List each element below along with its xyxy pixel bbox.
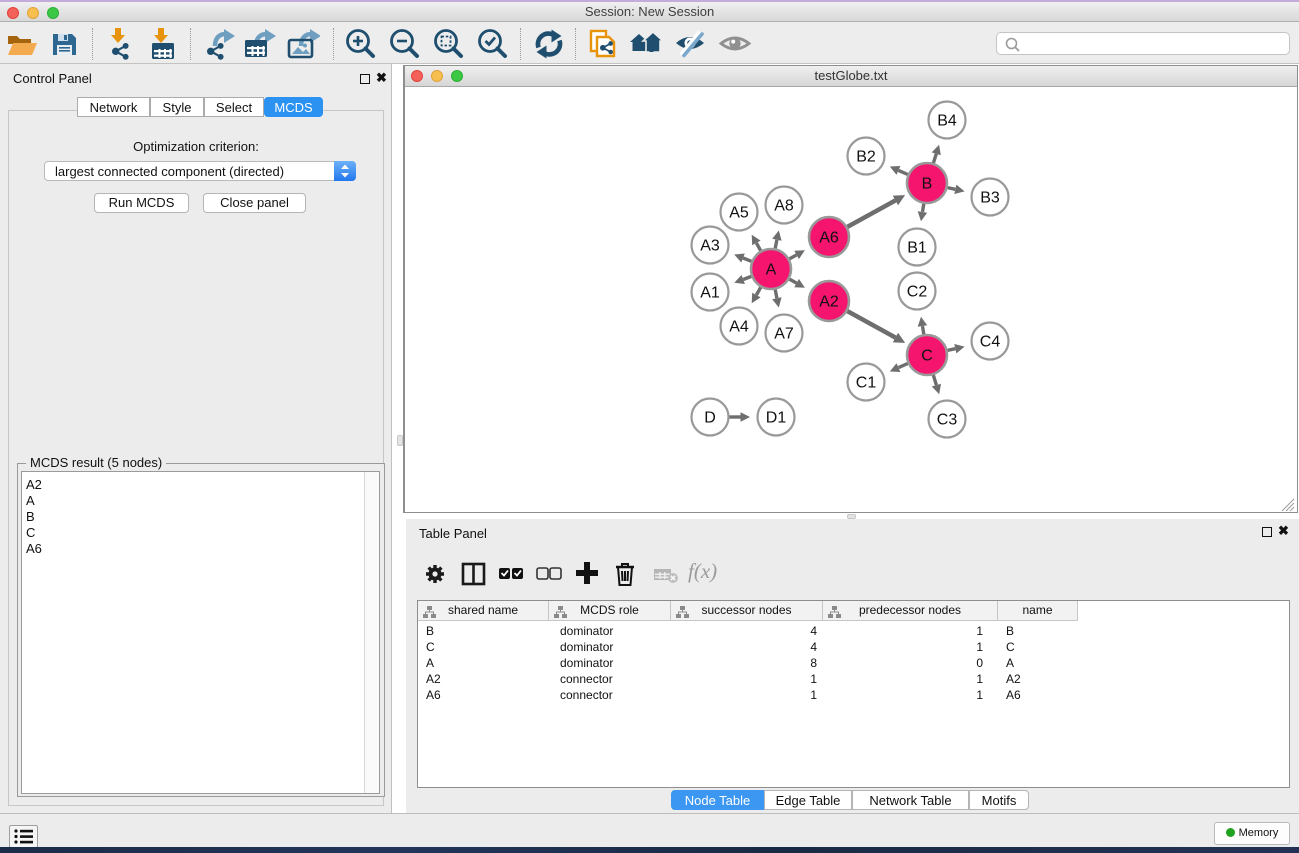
svg-text:B: B xyxy=(922,176,933,193)
svg-text:C1: C1 xyxy=(856,375,877,392)
svg-text:C2: C2 xyxy=(907,284,928,301)
svg-text:C4: C4 xyxy=(980,334,1001,351)
svg-text:C3: C3 xyxy=(937,412,958,429)
svg-text:D: D xyxy=(704,410,716,427)
svg-text:A4: A4 xyxy=(729,319,749,336)
svg-text:B2: B2 xyxy=(856,149,876,166)
svg-text:A6: A6 xyxy=(819,230,839,247)
svg-text:B1: B1 xyxy=(907,240,927,257)
svg-text:D1: D1 xyxy=(766,410,787,427)
svg-text:B3: B3 xyxy=(980,190,1000,207)
svg-text:A: A xyxy=(766,262,777,279)
svg-text:B4: B4 xyxy=(937,113,957,130)
svg-text:A3: A3 xyxy=(700,238,720,255)
svg-text:A8: A8 xyxy=(774,198,794,215)
svg-text:A2: A2 xyxy=(819,294,839,311)
svg-text:A1: A1 xyxy=(700,285,720,302)
svg-text:C: C xyxy=(921,348,933,365)
svg-text:A7: A7 xyxy=(774,326,794,343)
svg-text:A5: A5 xyxy=(729,205,749,222)
